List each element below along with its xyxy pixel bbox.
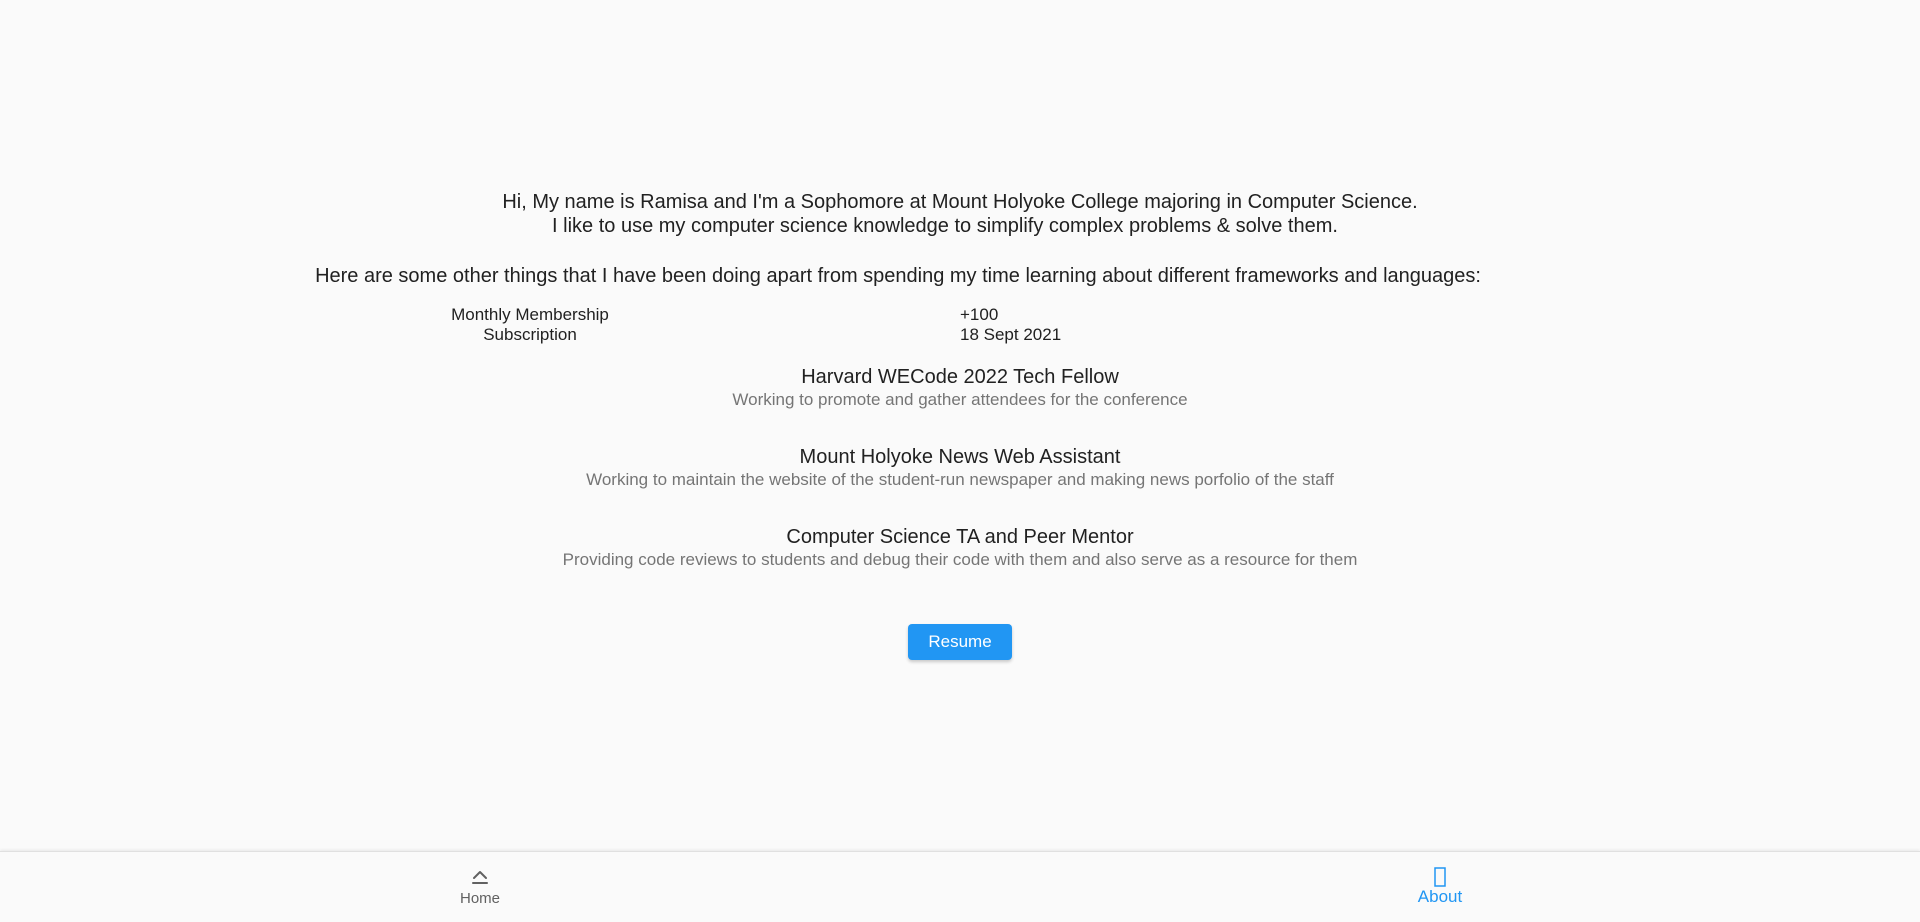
membership-label-line-2: Subscription — [483, 325, 577, 344]
activities-list: Harvard WECode 2022 Tech Fellow Working … — [0, 365, 1920, 605]
activity-title: Mount Holyoke News Web Assistant — [799, 446, 1121, 468]
activity-title: Computer Science TA and Peer Mentor — [786, 526, 1134, 548]
bottom-navigation-bar: Home About — [0, 851, 1920, 922]
nav-label-home: Home — [459, 890, 500, 907]
home-icon — [472, 871, 488, 884]
activity-item: Harvard WECode 2022 Tech Fellow Working … — [0, 365, 1920, 445]
activity-title: Harvard WECode 2022 Tech Fellow — [801, 366, 1119, 388]
intro-line-2: I like to use my computer science knowle… — [552, 215, 1338, 237]
membership-label: Monthly Membership Subscription — [400, 305, 660, 345]
activity-item: Computer Science TA and Peer Mentor Prov… — [0, 525, 1920, 605]
activity-description: Working to maintain the website of the s… — [586, 470, 1334, 489]
info-icon — [1434, 867, 1446, 887]
nav-label-about: About — [1417, 887, 1463, 906]
intro-text: Hi, My name is Ramisa and I'm a Sophomor… — [0, 190, 1920, 238]
resume-button[interactable]: Resume — [908, 624, 1012, 660]
membership-date: 18 Sept 2021 — [960, 325, 1062, 344]
intro-line-1: Hi, My name is Ramisa and I'm a Sophomor… — [502, 191, 1418, 213]
resume-wrapper: Resume — [0, 624, 1920, 660]
nav-item-home[interactable]: Home — [380, 852, 580, 922]
membership-value: +100 — [960, 305, 999, 324]
activity-description: Providing code reviews to students and d… — [562, 550, 1358, 569]
about-page: Hi, My name is Ramisa and I'm a Sophomor… — [0, 0, 1920, 922]
nav-item-about[interactable]: About — [1340, 852, 1540, 922]
activity-description: Working to promote and gather attendees … — [732, 390, 1188, 409]
activity-item: Mount Holyoke News Web Assistant Working… — [0, 445, 1920, 525]
membership-label-line-1: Monthly Membership — [451, 305, 609, 324]
membership-values: +100 18 Sept 2021 — [960, 305, 1160, 345]
others-heading: Here are some other things that I have b… — [315, 265, 1481, 287]
